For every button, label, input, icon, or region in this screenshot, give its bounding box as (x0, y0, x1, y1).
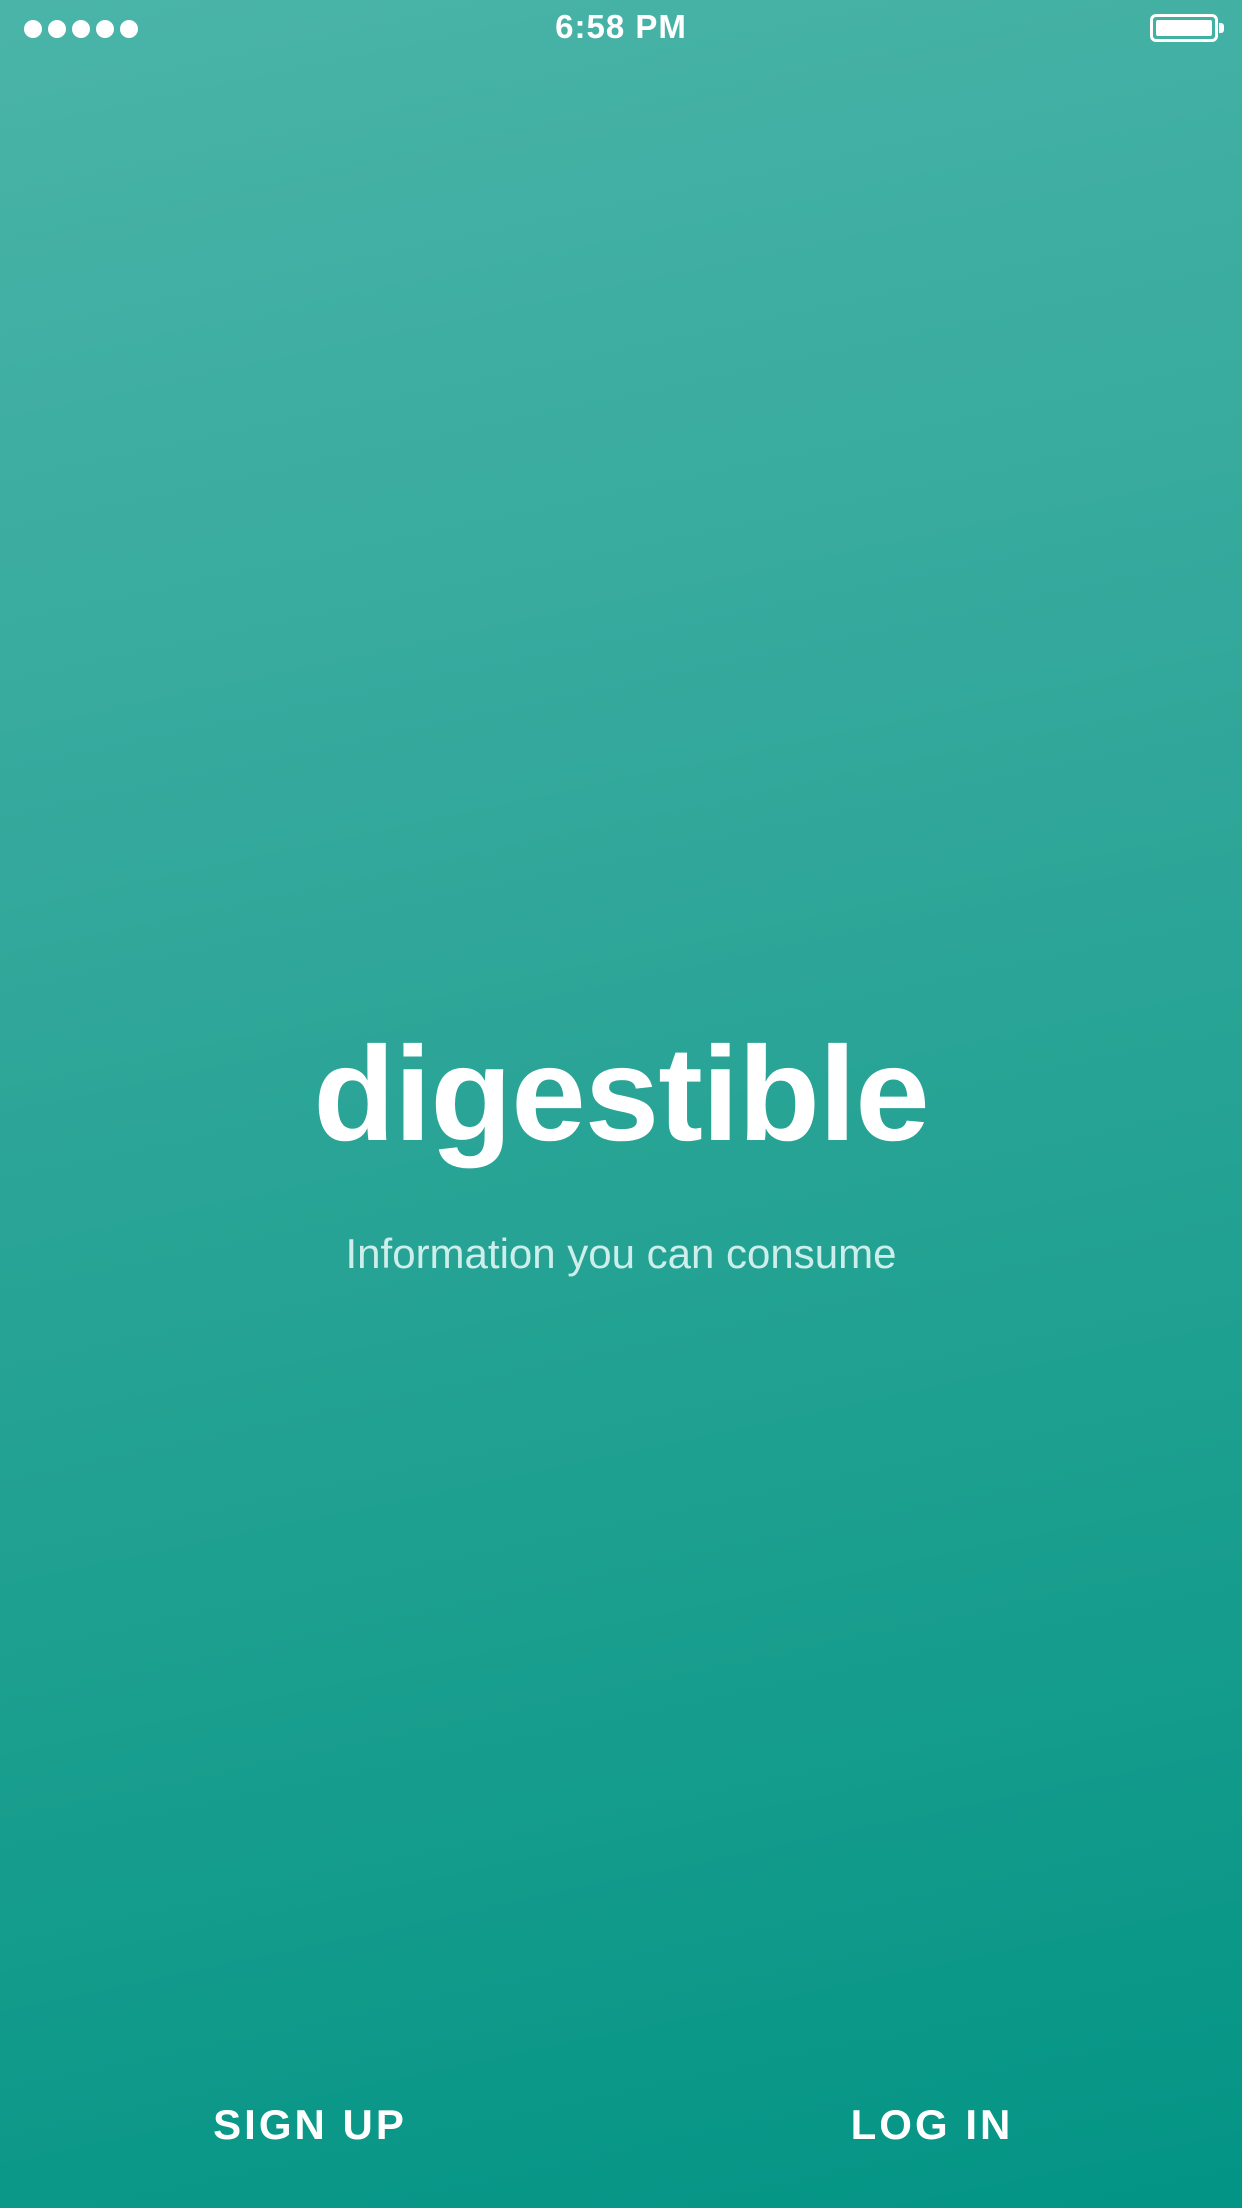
sign-up-button[interactable]: SIGN UP (0, 2080, 620, 2170)
status-bar: 6:58 PM (0, 0, 1242, 58)
battery-full-icon (1150, 14, 1224, 42)
log-in-button[interactable]: LOG IN (622, 2080, 1242, 2170)
auth-actions: SIGN UP LOG IN (0, 2080, 1242, 2170)
status-time: 6:58 PM (555, 8, 687, 45)
battery-level (1156, 20, 1212, 36)
welcome-screen: 6:58 PM digestible Information you can c… (0, 0, 1242, 2208)
app-logo-title: digestible (313, 1020, 929, 1169)
battery-tip (1219, 23, 1224, 33)
app-tagline: Information you can consume (345, 1230, 897, 1277)
